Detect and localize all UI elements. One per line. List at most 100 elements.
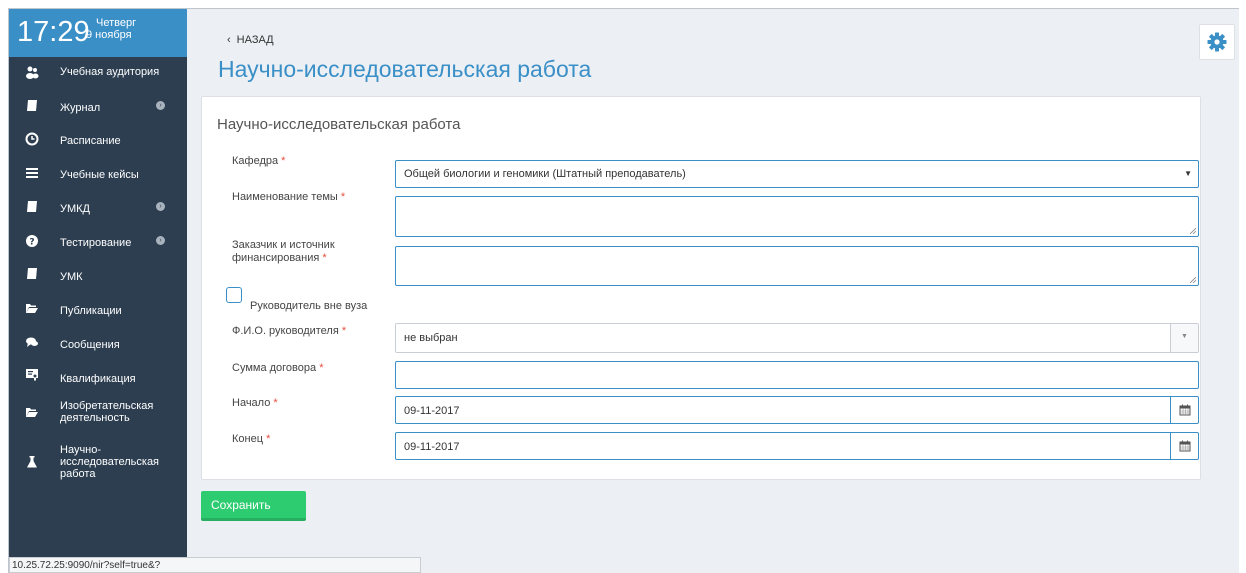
required-mark: *: [266, 433, 271, 445]
topic-label: Наименование темы *: [232, 191, 345, 204]
required-mark: *: [319, 362, 324, 374]
status-bar-url: 10.25.72.25:9090/nir?self=true&?: [9, 557, 421, 573]
clock-weekday: Четверг: [96, 17, 137, 29]
sidebar-item-label: Учебные кейсы: [60, 169, 139, 181]
resize-grip-icon[interactable]: [1190, 228, 1196, 234]
sidebar-item-classroom[interactable]: Учебная аудитория: [9, 65, 187, 93]
department-select[interactable]: Общей биологии и геномики (Штатный препо…: [395, 160, 1199, 188]
question-icon: ?: [25, 234, 39, 248]
caret-down-icon: ▼: [1181, 333, 1188, 340]
sidebar-item-publications[interactable]: Публикации: [9, 301, 187, 329]
customer-textarea[interactable]: [395, 246, 1199, 286]
required-mark: *: [273, 397, 278, 409]
sidebar-item-label: Публикации: [60, 305, 122, 317]
customer-label-text: Заказчик и источник финансирования: [232, 239, 335, 264]
settings-button[interactable]: [1199, 24, 1235, 60]
save-button[interactable]: Сохранить: [201, 491, 306, 521]
flask-icon: [25, 455, 39, 469]
book-icon: [25, 267, 39, 281]
chevron-right-icon: ›: [156, 101, 165, 110]
chevron-right-icon: ›: [156, 236, 165, 245]
form-card: Научно-исследовательская работа Кафедра …: [201, 96, 1201, 480]
form-title: Научно-исследовательская работа: [217, 116, 461, 133]
folder-open-icon: [25, 301, 39, 315]
topic-label-text: Наименование темы: [232, 191, 338, 203]
start-date-calendar-button[interactable]: [1170, 397, 1198, 423]
sidebar: 17:29 Четверг 9 ноября Учебная аудитория…: [9, 9, 421, 573]
external-supervisor-checkbox[interactable]: [226, 287, 242, 303]
sidebar-item-qualification[interactable]: Квалификация: [9, 368, 187, 396]
sidebar-item-messages[interactable]: Сообщения: [9, 335, 187, 363]
clock-time: 17:29: [17, 16, 90, 48]
supervisor-label: Ф.И.О. руководителя *: [232, 325, 346, 338]
clock-date: Четверг 9 ноября: [86, 17, 136, 41]
sidebar-item-label: Журнал: [60, 102, 101, 114]
sidebar-item-journal[interactable]: Журнал ›: [9, 99, 187, 127]
start-date-value: 09-11-2017: [404, 405, 460, 417]
app-window: 17:29 Четверг 9 ноября Учебная аудитория…: [8, 8, 1239, 573]
start-label-text: Начало: [232, 397, 271, 409]
sidebar-item-label: УМКД: [60, 203, 91, 215]
sidebar-item-label: Учебная аудитория: [60, 66, 160, 78]
start-label: Начало *: [232, 397, 278, 410]
sidebar-item-label: Изобретательская деятельность: [60, 400, 154, 424]
supervisor-value: не выбран: [404, 332, 458, 344]
supervisor-dropdown-toggle[interactable]: ▼: [1170, 324, 1198, 352]
supervisor-select[interactable]: не выбран ▼: [395, 323, 1199, 353]
department-label: Кафедра *: [232, 155, 285, 168]
amount-label-text: Сумма договора: [232, 362, 317, 374]
sidebar-item-umkd[interactable]: УМКД ›: [9, 200, 187, 228]
svg-text:?: ?: [29, 238, 34, 248]
end-date-value: 09-11-2017: [404, 441, 460, 453]
sidebar-item-testing[interactable]: ? Тестирование ›: [9, 234, 187, 262]
sidebar-item-label: Расписание: [60, 135, 121, 147]
sidebar-item-label: Научно-исследовательская работа: [60, 444, 160, 480]
sidebar-item-schedule[interactable]: Расписание: [9, 132, 187, 160]
clock-day: 9 ноября: [86, 29, 132, 41]
sidebar-item-label: УМК: [60, 271, 83, 283]
amount-label: Сумма договора *: [232, 362, 323, 375]
department-label-text: Кафедра: [232, 155, 279, 167]
clock-widget: 17:29 Четверг 9 ноября: [9, 9, 187, 57]
back-link[interactable]: ‹ НАЗАД: [227, 34, 274, 46]
end-date-calendar-button[interactable]: [1170, 433, 1198, 459]
start-date-input[interactable]: 09-11-2017: [395, 396, 1199, 424]
external-supervisor-label: Руководитель вне вуза: [250, 300, 368, 312]
caret-down-icon: ▼: [1184, 169, 1192, 178]
certificate-icon: [25, 368, 39, 382]
required-mark: *: [341, 325, 347, 337]
topic-textarea[interactable]: [395, 196, 1199, 237]
resize-grip-icon[interactable]: [1190, 277, 1196, 283]
department-value: Общей биологии и геномики (Штатный препо…: [404, 168, 686, 180]
gear-icon: [1207, 32, 1227, 52]
book-icon: [25, 200, 39, 214]
users-icon: [25, 65, 39, 79]
sidebar-item-inventions[interactable]: Изобретательская деятельность: [9, 397, 187, 431]
sidebar-item-research[interactable]: Научно-исследовательская работа: [9, 442, 187, 488]
sidebar-item-cases[interactable]: Учебные кейсы: [9, 166, 187, 194]
sidebar-item-label: Сообщения: [60, 339, 120, 351]
sidebar-item-umk[interactable]: УМК: [9, 267, 187, 295]
calendar-icon: [1179, 404, 1191, 419]
sidebar-item-label: Тестирование: [60, 237, 132, 249]
amount-input[interactable]: [395, 361, 1199, 389]
sidebar-item-label: Квалификация: [60, 373, 136, 385]
comments-icon: [25, 335, 39, 349]
required-mark: *: [340, 191, 346, 203]
page-title: Научно-исследовательская работа: [218, 56, 592, 82]
clock-icon: [25, 132, 39, 146]
supervisor-label-text: Ф.И.О. руководителя: [232, 325, 339, 337]
end-date-input[interactable]: 09-11-2017: [395, 432, 1199, 460]
customer-label: Заказчик и источник финансирования *: [232, 239, 362, 265]
end-label: Конец *: [232, 433, 270, 446]
back-label: НАЗАД: [236, 34, 274, 46]
required-mark: *: [322, 252, 327, 264]
book-icon: [25, 99, 39, 113]
folder-open-icon: [25, 405, 39, 419]
required-mark: *: [281, 155, 286, 167]
calendar-icon: [1179, 440, 1191, 455]
end-label-text: Конец: [232, 433, 264, 445]
list-icon: [25, 166, 39, 180]
chevron-left-icon: ‹: [227, 34, 231, 46]
chevron-right-icon: ›: [156, 202, 165, 211]
